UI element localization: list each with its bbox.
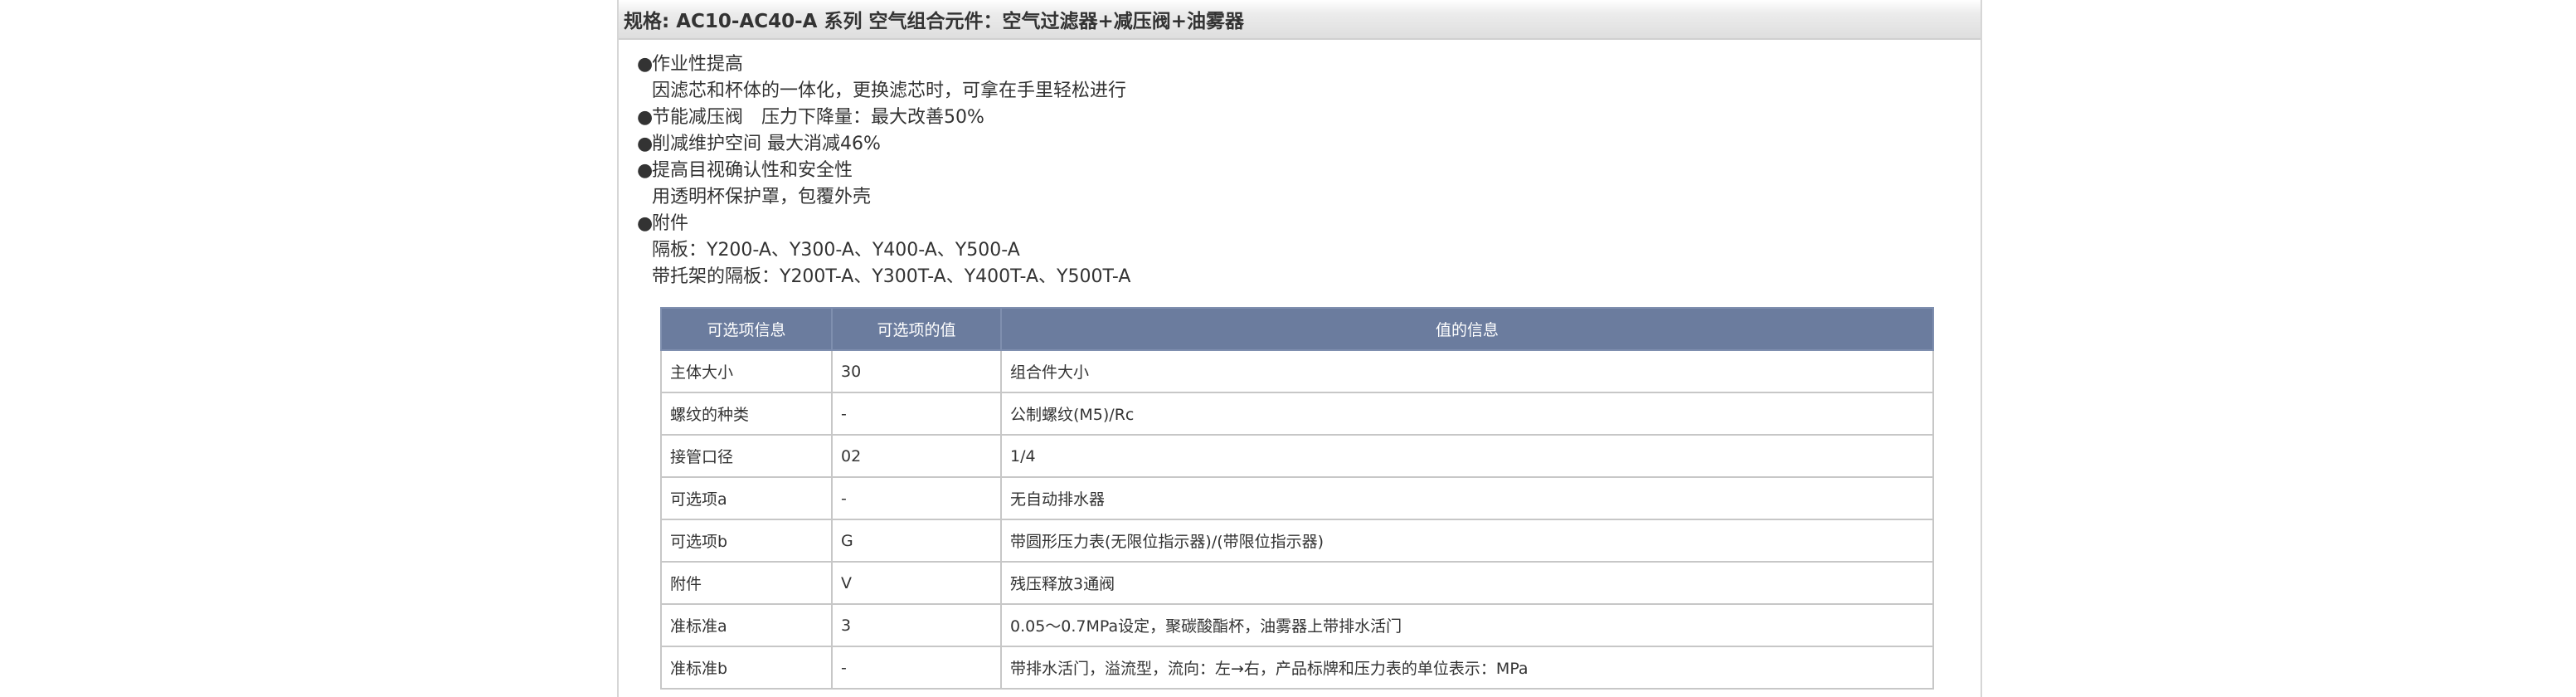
cell-info: 残压释放3通阀 (1000, 561, 1934, 605)
cell-option: 螺纹的种类 (660, 392, 833, 436)
cell-info: 组合件大小 (1000, 349, 1934, 393)
feature-text: 节能减压阀 压力下降量：最大改善50% (652, 107, 984, 128)
feature-heading: ●节能减压阀 压力下降量：最大改善50% (637, 105, 1130, 131)
cell-option: 准标准b (660, 646, 833, 690)
feature-list: ●作业性提高 因滤芯和杯体的一体化，更换滤芯时，可拿在手里轻松进行 ●节能减压阀 压… (637, 51, 1130, 290)
table-row: 可选项b G 带圆形压力表(无限位指示器)/(带限位指示器) (660, 519, 1934, 563)
cell-option: 附件 (660, 561, 833, 605)
bullet-icon: ● (637, 213, 654, 234)
feature-text: 带托架的隔板：Y200T-A、Y300T-A、Y400T-A、Y500T-A (652, 266, 1131, 287)
cell-value: 30 (831, 349, 1002, 393)
cell-option: 可选项a (660, 476, 833, 520)
cell-option: 准标准a (660, 603, 833, 647)
cell-option: 接管口径 (660, 434, 833, 478)
table-row: 准标准a 3 0.05～0.7MPa设定，聚碳酸酯杯，油雾器上带排水活门 (660, 603, 1934, 647)
spec-title: 规格: AC10-AC40-A 系列 空气组合元件：空气过滤器+减压阀+油雾器 (619, 0, 1981, 40)
header-option-value: 可选项的值 (831, 307, 1002, 351)
feature-heading: ●提高目视确认性和安全性 (637, 158, 1130, 184)
feature-heading: ●附件 (637, 211, 1130, 237)
table-row: 附件 V 残压释放3通阀 (660, 561, 1934, 605)
bullet-icon: ● (637, 134, 654, 154)
feature-text: 隔板：Y200-A、Y300-A、Y400-A、Y500-A (652, 240, 1020, 261)
cell-value: 02 (831, 434, 1002, 478)
options-table: 可选项信息 可选项的值 值的信息 主体大小 30 组合件大小 螺纹的种类 - 公… (660, 307, 1934, 690)
feature-text: 作业性提高 (652, 54, 744, 75)
spec-panel: 规格: AC10-AC40-A 系列 空气组合元件：空气过滤器+减压阀+油雾器 … (617, 0, 1982, 697)
feature-heading: ●作业性提高 (637, 51, 1130, 78)
table-row: 主体大小 30 组合件大小 (660, 349, 1934, 393)
cell-info: 带圆形压力表(无限位指示器)/(带限位指示器) (1000, 519, 1934, 563)
feature-detail: 因滤芯和杯体的一体化，更换滤芯时，可拿在手里轻松进行 (637, 78, 1130, 105)
cell-info: 带排水活门，溢流型，流向：左→右，产品标牌和压力表的单位表示：MPa (1000, 646, 1934, 690)
cell-option: 主体大小 (660, 349, 833, 393)
cell-info: 公制螺纹(M5)/Rc (1000, 392, 1934, 436)
table-row: 可选项a - 无自动排水器 (660, 476, 1934, 520)
table-header-row: 可选项信息 可选项的值 值的信息 (660, 307, 1934, 351)
cell-info: 0.05～0.7MPa设定，聚碳酸酯杯，油雾器上带排水活门 (1000, 603, 1934, 647)
cell-value: G (831, 519, 1002, 563)
feature-heading: ●削减维护空间 最大消减46% (637, 131, 1130, 158)
feature-detail: 带托架的隔板：Y200T-A、Y300T-A、Y400T-A、Y500T-A (637, 264, 1130, 290)
cell-info: 1/4 (1000, 434, 1934, 478)
cell-value: 3 (831, 603, 1002, 647)
feature-detail: 隔板：Y200-A、Y300-A、Y400-A、Y500-A (637, 237, 1130, 264)
feature-text: 削减维护空间 最大消减46% (652, 134, 881, 154)
header-option-info: 可选项信息 (660, 307, 833, 351)
cell-value: - (831, 476, 1002, 520)
bullet-icon: ● (637, 107, 654, 128)
feature-text: 附件 (652, 213, 689, 234)
table-row: 螺纹的种类 - 公制螺纹(M5)/Rc (660, 392, 1934, 436)
cell-option: 可选项b (660, 519, 833, 563)
cell-value: V (831, 561, 1002, 605)
cell-value: - (831, 392, 1002, 436)
feature-text: 用透明杯保护罩，包覆外壳 (652, 187, 872, 207)
feature-text: 提高目视确认性和安全性 (652, 160, 853, 181)
table-row: 准标准b - 带排水活门，溢流型，流向：左→右，产品标牌和压力表的单位表示：MP… (660, 646, 1934, 690)
cell-value: - (831, 646, 1002, 690)
cell-info: 无自动排水器 (1000, 476, 1934, 520)
bullet-icon: ● (637, 54, 654, 75)
feature-detail: 用透明杯保护罩，包覆外壳 (637, 184, 1130, 211)
feature-text: 因滤芯和杯体的一体化，更换滤芯时，可拿在手里轻松进行 (652, 80, 1127, 101)
table-row: 接管口径 02 1/4 (660, 434, 1934, 478)
bullet-icon: ● (637, 160, 654, 181)
header-value-info: 值的信息 (1000, 307, 1934, 351)
